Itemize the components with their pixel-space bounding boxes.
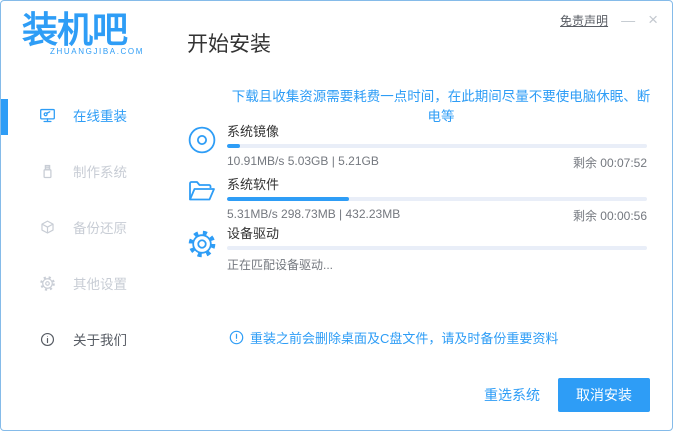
task-name: 设备驱动 (227, 226, 280, 241)
task-remaining-time: 剩余 00:07:52 (572, 156, 647, 170)
footer-actions: 重选系统 取消安装 (482, 378, 650, 412)
task-status: 正在匹配设备驱动... (227, 258, 334, 272)
disc-icon (187, 125, 217, 155)
sidebar-item-label: 在线重装 (73, 109, 127, 124)
progress-fill (227, 197, 349, 201)
app-logo-text: 装机吧 (22, 10, 128, 51)
task-device-driver: 设备驱动 正在匹配设备驱动... (188, 226, 647, 273)
installer-window: 装机吧 ZHUANGJIBA.COM 开始安装 免责声明 — × 在线重装 制作… (0, 0, 673, 431)
task-name: 系统软件 (227, 177, 280, 192)
download-notice: 下载且收集资源需要耗费一点时间，在此期间尽量不要使电脑休眠、断电等 (231, 89, 651, 124)
warning-circle-icon (229, 330, 244, 345)
sidebar-item-other-settings[interactable]: 其他设置 (39, 272, 127, 294)
backup-restore-icon (39, 219, 56, 236)
task-system-software: 系统软件 5.31MB/s 298.73MB | 432.23MB 剩余 00:… (189, 177, 647, 224)
sidebar-item-about-us[interactable]: 关于我们 (39, 328, 127, 350)
progress-bar (227, 246, 647, 250)
progress-fill (227, 144, 240, 148)
backup-warning: 重装之前会删除桌面及C盘文件，请及时备份重要资料 (229, 328, 558, 347)
sidebar-item-online-reinstall[interactable]: 在线重装 (39, 104, 127, 126)
folder-icon (187, 178, 217, 205)
usb-drive-icon (39, 163, 56, 180)
page-title: 开始安装 (187, 33, 271, 56)
monitor-reinstall-icon (39, 107, 56, 124)
close-button[interactable]: × (648, 11, 658, 29)
cancel-install-button[interactable]: 取消安装 (558, 378, 650, 412)
reselect-system-button[interactable]: 重选系统 (482, 379, 542, 411)
sidebar-item-backup-restore[interactable]: 备份还原 (39, 216, 127, 238)
sidebar-item-label: 备份还原 (73, 221, 127, 236)
backup-warning-text: 重装之前会删除桌面及C盘文件，请及时备份重要资料 (250, 331, 559, 346)
task-system-image: 系统镜像 10.91MB/s 5.03GB | 5.21GB 剩余 00:07:… (188, 124, 647, 171)
task-name: 系统镜像 (227, 124, 280, 139)
disclaimer-link[interactable]: 免责声明 (560, 12, 608, 29)
sidebar-active-indicator (1, 99, 8, 135)
progress-bar (227, 197, 647, 201)
task-stats: 10.91MB/s 5.03GB | 5.21GB (227, 154, 379, 168)
task-remaining-time: 剩余 00:00:56 (572, 209, 647, 223)
sidebar-item-label: 其他设置 (73, 277, 127, 292)
sidebar-item-label: 关于我们 (73, 333, 127, 348)
progress-bar (227, 144, 647, 148)
sidebar-item-label: 制作系统 (73, 165, 127, 180)
info-icon (39, 331, 56, 348)
task-stats: 5.31MB/s 298.73MB | 432.23MB (227, 207, 401, 221)
titlebar-controls: 免责声明 — × (560, 11, 658, 29)
sidebar-item-make-system[interactable]: 制作系统 (39, 160, 127, 182)
gear-icon (187, 229, 217, 259)
gear-icon (39, 275, 56, 292)
minimize-button[interactable]: — (621, 11, 635, 29)
app-logo: 装机吧 ZHUANGJIBA.COM (22, 10, 144, 57)
